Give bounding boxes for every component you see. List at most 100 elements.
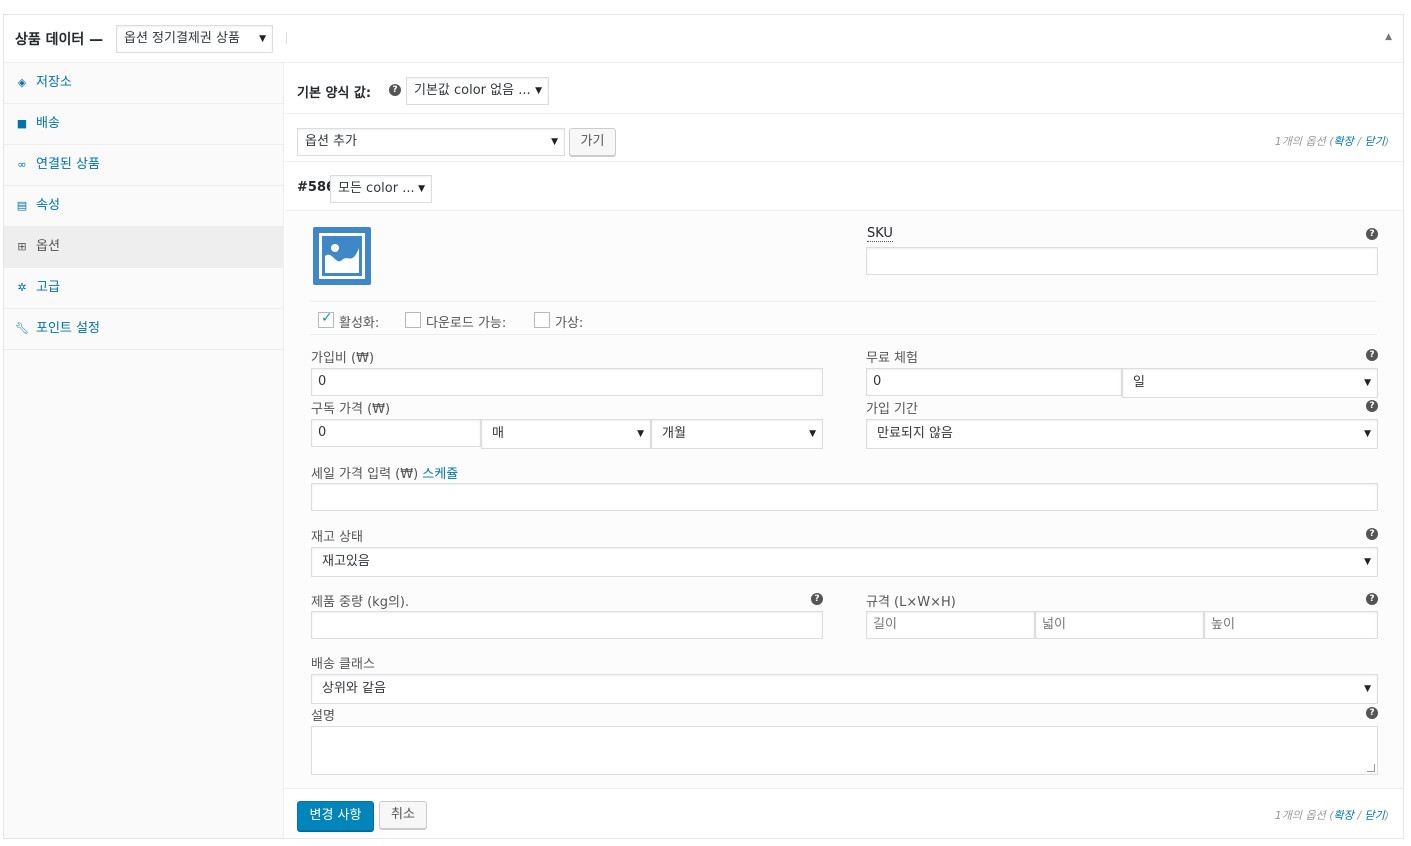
tab-label: 고급 [36,280,60,295]
product-data-panel: 상품 데이터 — 옵션 정기결제권 상품 ▼ ▲ ◈ 저장소 ■ 배송 ∞ 연결된 상… [3,14,1404,839]
tab-shipping[interactable]: ■ 배송 [4,104,283,145]
variation-action-value: 옵션 추가 [305,134,357,149]
shipping-class-value: 상위와 같음 [322,681,386,696]
default-values-label: 기본 양식 값: [297,86,372,101]
tab-label: 배송 [36,116,60,131]
variation-attribute-value: 모든 color ... [338,181,415,196]
collapse-toggle-icon[interactable]: ▲ [1385,32,1392,42]
link-icon: ∞ [17,158,27,171]
go-button[interactable]: 가기 [569,128,616,156]
subscription-price-input[interactable]: 0 [311,419,481,447]
stock-status-label: 재고 상태 [311,530,363,545]
signup-fee-label: 가입비 (₩) [311,351,375,366]
image-icon [325,244,359,273]
stock-status-select[interactable]: 재고있음 ▼ [311,547,1378,577]
variations-footer: 변경 사항 취소 1개의 옵션 (확장 / 닫기) [285,789,1403,839]
chevron-down-icon: ▼ [1364,557,1371,567]
default-form-values-row: 기본 양식 값: ? 기본값 color 없음 ... ▼ [285,63,1403,114]
gear-icon: ✲ [17,281,27,294]
schedule-link[interactable]: 스케쥴 [422,467,458,482]
variation-header-row[interactable]: #586 모든 color ... ▼ [285,162,1403,211]
variations-count: 1개의 옵션 (확장 / 닫기) [1274,135,1389,148]
help-icon[interactable]: ? [811,593,823,605]
divider [310,334,1377,335]
virtual-checkbox[interactable] [534,312,550,328]
tab-label: 속성 [36,198,60,213]
truck-icon: ■ [16,117,28,130]
help-icon[interactable]: ? [1366,349,1378,361]
tab-attributes[interactable]: ▤ 속성 [4,186,283,227]
help-icon[interactable]: ? [1366,528,1378,540]
variations-panel: 기본 양식 값: ? 기본값 color 없음 ... ▼ 옵션 추가 ▼ 가기… [285,63,1403,838]
enabled-checkbox[interactable]: ✓ [318,310,334,328]
list-icon: ▤ [16,199,28,212]
chevron-down-icon: ▼ [418,184,425,194]
variation-attribute-select[interactable]: 모든 color ... ▼ [330,175,432,203]
variation-actions-row: 옵션 추가 ▼ 가기 1개의 옵션 (확장 / 닫기) [285,114,1403,162]
default-color-value: 기본값 color 없음 ... [414,83,531,98]
variation-image-upload[interactable] [313,227,371,285]
virtual-label: 가상: [555,316,584,331]
dimensions-label: 규격 (L×W×H) [866,595,956,610]
expand-link[interactable]: 확장 [1334,809,1354,822]
tab-label: 연결된 상품 [36,157,100,172]
sale-price-input[interactable] [311,483,1378,511]
tab-linked-products[interactable]: ∞ 연결된 상품 [4,145,283,186]
chevron-down-icon: ▼ [637,429,644,439]
signup-fee-input[interactable]: 0 [311,368,823,396]
tab-advanced[interactable]: ✲ 고급 [4,268,283,309]
billing-interval-value: 매 [492,426,504,441]
description-textarea[interactable] [311,726,1378,775]
chevron-down-icon: ▼ [1364,684,1371,694]
close-link[interactable]: 닫기 [1364,809,1384,822]
product-type-select[interactable]: 옵션 정기결제권 상품 ▼ [116,25,273,53]
length-input[interactable]: 길이 [866,611,1035,639]
sale-price-label: 세일 가격 입력 (₩) 스케쥴 [311,467,459,482]
free-trial-period-select[interactable]: 일 ▼ [1122,368,1378,398]
subscription-length-select[interactable]: 만료되지 않음 ▼ [866,419,1378,449]
help-icon[interactable]: ? [1366,228,1378,240]
subscription-length-label: 가입 기간 [866,402,918,417]
billing-period-value: 개월 [662,426,686,441]
image-placeholder-icon [319,233,365,279]
cancel-button[interactable]: 취소 [379,801,427,829]
chevron-down-icon: ▼ [1364,429,1371,439]
tab-inventory[interactable]: ◈ 저장소 [4,63,283,104]
billing-period-select[interactable]: 개월 ▼ [651,419,823,449]
tab-label: 옵션 [36,239,60,254]
help-icon[interactable]: ? [1366,593,1378,605]
chevron-down-icon: ▼ [535,86,542,96]
save-changes-button[interactable]: 변경 사항 [297,801,374,831]
chevron-down-icon: ▼ [259,34,266,44]
height-input[interactable]: 높이 [1204,611,1378,639]
divider [310,301,1377,302]
tab-variations[interactable]: ⊞ 옵션 [4,227,283,268]
close-link[interactable]: 닫기 [1364,135,1384,148]
product-type-value: 옵션 정기결제권 상품 [124,31,240,46]
billing-interval-select[interactable]: 매 ▼ [481,419,651,449]
product-data-tabs: ◈ 저장소 ■ 배송 ∞ 연결된 상품 ▤ 속성 ⊞ 옵션 ✲ 고급 🔧︎ 포인트 설정 [4,63,284,838]
expand-link[interactable]: 확장 [1334,135,1354,148]
downloadable-checkbox[interactable] [405,312,421,328]
tab-points-settings[interactable]: 🔧︎ 포인트 설정 [4,309,283,350]
subscription-price-label: 구독 가격 (₩) [311,402,391,417]
free-trial-label: 무료 체험 [866,351,918,366]
help-icon[interactable]: ? [1366,707,1378,719]
description-label: 설명 [311,709,335,724]
free-trial-input[interactable]: 0 [866,368,1122,396]
shipping-class-select[interactable]: 상위와 같음 ▼ [311,674,1378,704]
width-input[interactable]: 넓이 [1035,611,1204,639]
resize-handle-icon[interactable] [1367,764,1375,772]
help-icon[interactable]: ? [1366,400,1378,412]
panel-title: 상품 데이터 — [15,32,104,48]
wrench-icon: 🔧︎ [15,322,29,335]
sku-label: SKU [867,226,893,242]
shipping-class-label: 배송 클래스 [311,657,375,672]
help-icon[interactable]: ? [389,84,401,96]
sku-input[interactable] [866,247,1378,275]
subscription-length-value: 만료되지 않음 [877,426,953,441]
weight-input[interactable] [311,611,823,639]
variation-action-select[interactable]: 옵션 추가 ▼ [297,128,565,156]
default-color-select[interactable]: 기본값 color 없음 ... ▼ [406,77,549,105]
enabled-label: 활성화: [339,316,380,331]
